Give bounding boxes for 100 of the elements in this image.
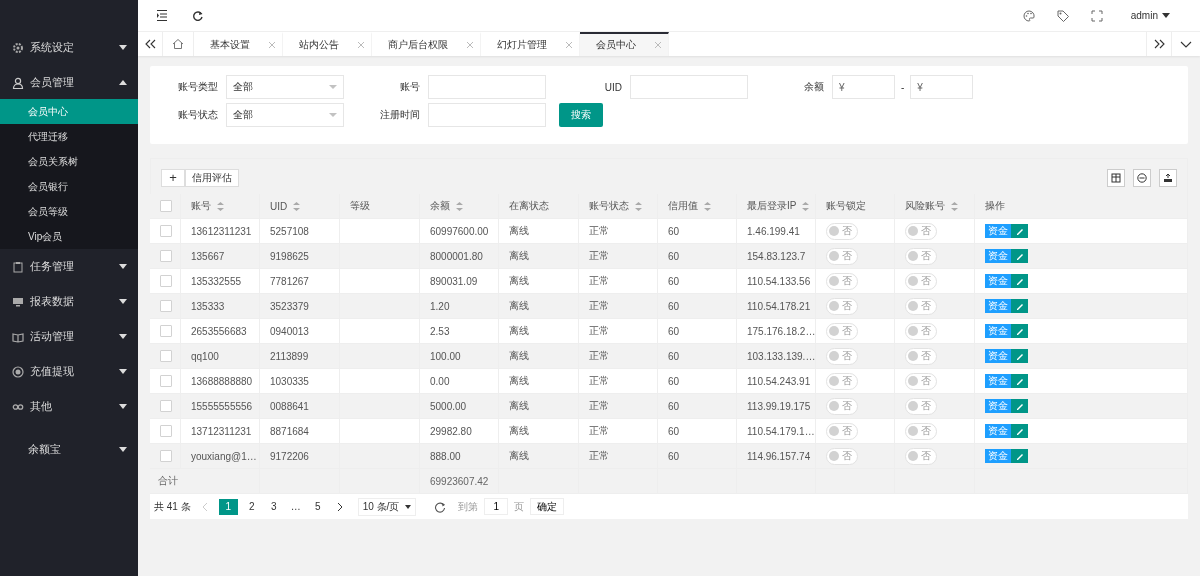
sort-icon[interactable] [704,201,711,211]
sort-icon[interactable] [456,201,463,211]
page-button[interactable]: 2 [243,498,260,515]
table-cell: 离线 [509,374,529,388]
menu-item[interactable]: 会员管理 [0,65,138,100]
refresh-icon[interactable] [192,9,204,22]
input-field[interactable]: ¥ [832,75,895,99]
total-count: 共 41 条 [154,499,191,514]
edit-button[interactable] [1011,274,1028,288]
book-icon [12,330,24,343]
caret-icon [329,113,337,117]
page-tab[interactable]: 站内公告 [283,32,372,56]
checkbox[interactable] [160,375,172,387]
pencil-icon [1015,302,1024,310]
add-button[interactable]: + [161,169,185,187]
checkbox[interactable] [160,275,172,287]
menu-item[interactable]: 充值提现 [0,354,138,389]
page-button[interactable]: 3 [265,498,282,515]
confirm-button[interactable]: 确定 [530,498,565,515]
caret-icon [1162,13,1170,18]
select-field[interactable]: 全部 [226,103,344,127]
sort-icon[interactable] [951,201,958,211]
sort-icon[interactable] [802,201,810,211]
tag-icon[interactable] [1056,9,1069,22]
table-cell: 正常 [589,224,609,238]
submenu-item[interactable]: Vip会员 [0,224,138,249]
input-field[interactable] [630,75,748,99]
table-cell: 114.96.157.74 [747,450,811,462]
sort-icon[interactable] [217,201,224,211]
page-button[interactable]: 1 [218,498,238,515]
fullscreen-icon[interactable] [1090,9,1103,22]
submenu-item[interactable]: 会员等级 [0,199,138,224]
checkbox[interactable] [160,300,172,312]
close-icon[interactable] [357,41,365,49]
edit-button[interactable] [1011,424,1028,438]
menu-item[interactable]: 任务管理 [0,249,138,284]
checkbox[interactable] [160,425,172,437]
menu-item[interactable]: 其他 [0,389,138,424]
checkbox[interactable] [160,325,172,337]
page-button[interactable]: … [287,498,304,515]
checkbox[interactable] [160,350,172,362]
submenu-item[interactable]: 会员银行 [0,174,138,199]
palette-icon[interactable] [1022,9,1035,22]
sort-icon[interactable] [635,201,642,211]
edit-button[interactable] [1011,349,1028,363]
checkbox[interactable] [160,400,172,412]
caret-icon [329,85,337,89]
page-size-select[interactable]: 10 条/页 [357,497,417,516]
edit-button[interactable] [1011,449,1028,463]
table-cell: 890031.09 [430,275,478,287]
sort-icon[interactable] [293,201,301,211]
checkbox[interactable] [160,200,172,212]
menu-item[interactable]: 活动管理 [0,319,138,354]
page-button[interactable]: 5 [309,498,326,515]
table-cell: 69923607.42 [430,475,489,487]
columns-button[interactable] [1107,169,1125,187]
close-icon[interactable] [268,41,276,49]
edit-button[interactable] [1011,399,1028,413]
menu-item[interactable]: 报表数据 [0,284,138,319]
edit-button[interactable] [1011,374,1028,388]
pencil-icon [1015,452,1024,460]
submenu-item[interactable]: 会员中心 [0,99,138,124]
close-icon[interactable] [654,41,662,49]
table-cell: 103.133.139.… [747,350,815,362]
table-cell: 110.54.243.91 [747,375,811,387]
input-field[interactable] [428,75,546,99]
close-icon[interactable] [565,41,573,49]
table-cell: 正常 [589,299,609,313]
column-title: 等级 [350,199,370,213]
page-input[interactable]: 1 [484,498,509,515]
submenu-item[interactable]: 代理迁移 [0,124,138,149]
submenu-item[interactable]: 会员关系树 [0,149,138,174]
checkbox[interactable] [160,225,172,237]
select-field[interactable]: 全部 [226,75,344,99]
export-button[interactable] [1159,169,1177,187]
menu-item[interactable]: 系统设定 [0,30,138,65]
edit-button[interactable] [1011,224,1028,238]
page-tab[interactable]: 商户后台权限 [372,32,481,56]
search-button[interactable]: 搜索 [559,103,603,127]
double-chevron-right-icon [1153,39,1165,49]
table-cell: 154.83.123.7 [747,250,806,262]
refresh-icon[interactable] [434,500,447,513]
checkbox[interactable] [160,450,172,462]
table-cell: 1.46.199.41 [747,225,800,237]
page-tab[interactable]: 会员中心 [580,32,669,56]
input-field[interactable]: ¥ [910,75,974,99]
clipboard-icon [12,260,24,273]
edit-button[interactable] [1011,324,1028,338]
menu-fold-icon[interactable] [156,9,168,22]
print-button[interactable] [1133,169,1151,187]
close-icon[interactable] [466,41,474,49]
user-menu[interactable]: admin [1130,10,1170,21]
input-field[interactable] [428,103,546,127]
edit-button[interactable] [1011,299,1028,313]
credit-evaluation-button[interactable]: 信用评估 [185,169,239,187]
checkbox[interactable] [160,250,172,262]
menu-item[interactable]: 余额宝 [0,432,138,467]
edit-button[interactable] [1011,249,1028,263]
page-tab[interactable]: 基本设置 [194,32,283,56]
export-icon [1163,173,1173,183]
